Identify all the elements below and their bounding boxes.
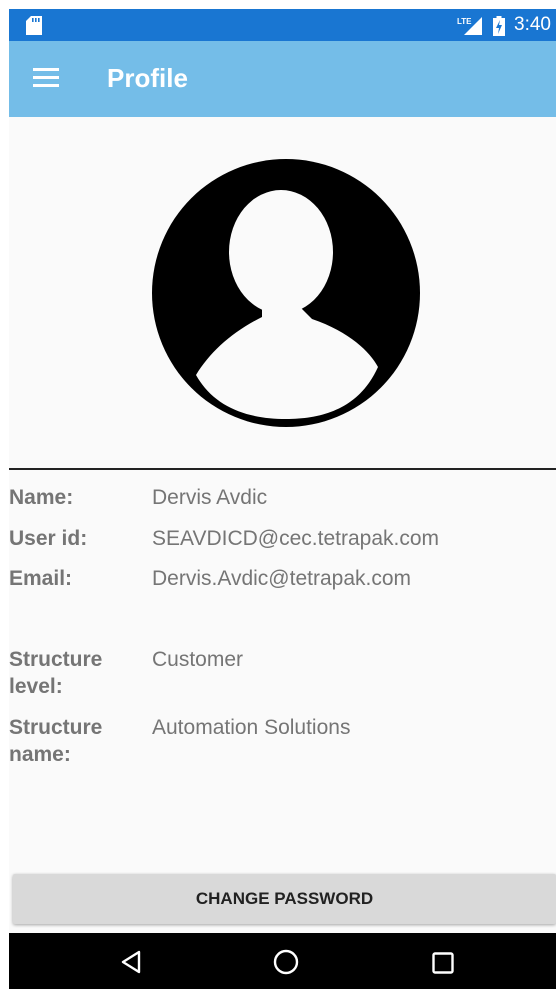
email-label: Email: [9, 567, 73, 590]
email-value: Dervis.Avdic@tetrapak.com [152, 567, 412, 590]
profile-screen: LTE 3:40 Profile Name: Dervis Avdic User… [9, 9, 556, 989]
change-password-button[interactable]: CHANGE PASSWORD [13, 874, 556, 924]
app-bar: Profile [9, 41, 556, 117]
navigation-bar [9, 933, 556, 989]
home-icon[interactable] [273, 949, 299, 975]
structure-level-value: Customer [152, 648, 244, 671]
section-divider [9, 468, 556, 470]
person-avatar-icon [152, 159, 420, 427]
lte-signal-icon: LTE [457, 17, 482, 35]
name-value: Dervis Avdic [152, 486, 268, 509]
status-clock: 3:40 [514, 14, 551, 35]
hamburger-menu-icon[interactable] [33, 67, 59, 87]
back-icon[interactable] [120, 950, 142, 974]
sd-card-icon [26, 16, 42, 35]
user-id-value: SEAVDICD@cec.tetrapak.com [152, 527, 440, 550]
page-title: Profile [107, 63, 188, 93]
recents-icon[interactable] [432, 952, 454, 974]
battery-charging-icon [493, 16, 505, 36]
svg-text:LTE: LTE [457, 17, 472, 26]
name-label: Name: [9, 486, 74, 509]
user-id-label: User id: [9, 527, 88, 550]
structure-name-value: Automation Solutions [152, 716, 351, 739]
status-bar: LTE 3:40 [9, 9, 556, 41]
structure-name-label: Structure name: [9, 716, 103, 766]
structure-level-label: Structure level: [9, 648, 103, 698]
